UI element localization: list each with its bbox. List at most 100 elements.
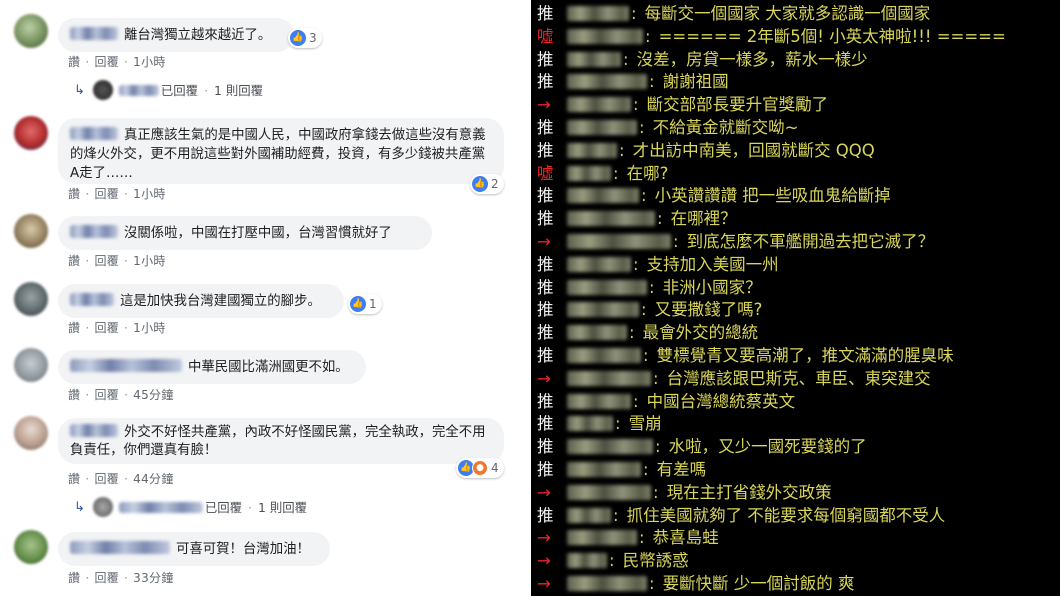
separator-colon: : bbox=[673, 232, 679, 251]
comment-actions: 讚 · 回覆 · 1小時 bbox=[68, 55, 166, 69]
separator-colon: : bbox=[643, 460, 649, 479]
push-row: 推: 雪崩 bbox=[537, 412, 662, 435]
blurred-username[interactable] bbox=[70, 541, 170, 554]
blurred-username[interactable] bbox=[70, 225, 118, 238]
arrow-tag: → bbox=[537, 368, 551, 388]
comment-time[interactable]: 33分鐘 bbox=[133, 571, 173, 585]
blurred-username[interactable] bbox=[70, 359, 182, 372]
like-link[interactable]: 讚 bbox=[68, 472, 80, 486]
arrow-tag: → bbox=[537, 551, 551, 571]
blurred-user-id bbox=[567, 142, 617, 158]
push-row: 推: 小英讚讚讚 把一些吸血鬼給斷掉 bbox=[537, 184, 891, 207]
user-avatar[interactable] bbox=[14, 14, 48, 48]
view-replies[interactable]: ↳ 已回覆 · 1 則回覆 bbox=[74, 497, 307, 517]
blurred-username[interactable] bbox=[70, 424, 118, 437]
like-reaction-icon: 👍 bbox=[350, 296, 366, 312]
user-avatar[interactable] bbox=[14, 116, 48, 150]
push-row: 推: 水啦，又少一國死要錢的了 bbox=[537, 435, 867, 458]
like-reaction-icon: 👍 bbox=[472, 176, 488, 192]
like-link[interactable]: 讚 bbox=[68, 187, 80, 201]
reply-arrow-icon: ↳ bbox=[74, 82, 85, 98]
comment-time[interactable]: 45分鐘 bbox=[133, 388, 173, 402]
comment-actions: 讚 · 回覆 · 1小時 bbox=[68, 254, 166, 268]
separator-colon: : bbox=[653, 368, 659, 388]
separator-colon: : bbox=[653, 482, 659, 502]
arrow-tag: → bbox=[537, 95, 551, 115]
reply-avatar bbox=[92, 497, 113, 517]
comment-bubble: 外交不好怪共產黨，內政不好怪國民黨，完全執政，完全不用負責任，你們還真有臉！ bbox=[58, 418, 504, 464]
push-tag: 推 bbox=[537, 277, 554, 297]
push-text: ====== 2年斷5個! 小英太神啦!!! ===== bbox=[658, 26, 1006, 46]
comment-text: 真正應該生氣的是中國人民，中國政府拿錢去做這些沒有意義的烽火外交，更不用說這些對… bbox=[70, 128, 486, 181]
reply-link[interactable]: 回覆 bbox=[94, 388, 119, 402]
like-link[interactable]: 讚 bbox=[68, 571, 80, 585]
like-link[interactable]: 讚 bbox=[68, 254, 80, 268]
push-text: 每斷交一個國家 大家就多認識一個國家 bbox=[644, 4, 931, 23]
user-avatar[interactable] bbox=[14, 282, 48, 316]
user-avatar[interactable] bbox=[14, 530, 48, 564]
blurred-username[interactable] bbox=[70, 127, 118, 140]
comment-time[interactable]: 1小時 bbox=[133, 254, 166, 268]
push-tag: 推 bbox=[537, 346, 554, 365]
push-text: 台灣應該跟巴斯克、車臣、東突建交 bbox=[666, 368, 931, 388]
push-tag: 推 bbox=[537, 49, 554, 69]
comment-text: 可喜可賀！台灣加油！ bbox=[176, 542, 310, 557]
reaction-count[interactable]: 👍 ● 4 bbox=[456, 458, 504, 478]
user-avatar[interactable] bbox=[14, 214, 48, 248]
push-text: 小英讚讚讚 把一些吸血鬼給斷掉 bbox=[654, 186, 891, 206]
push-text: 要斷快斷 少一個討飯的 爽 bbox=[662, 574, 855, 593]
comment-text: 離台灣獨立越來越近了。 bbox=[124, 28, 272, 43]
push-row: 推: 中國台灣總統蔡英文 bbox=[537, 390, 795, 413]
push-row: →: 斷交部部長要升官獎勵了 bbox=[537, 93, 828, 116]
reply-link[interactable]: 回覆 bbox=[94, 472, 119, 486]
reply-link[interactable]: 回覆 bbox=[94, 321, 119, 335]
blurred-username[interactable] bbox=[70, 293, 114, 306]
push-row: 推: 支持加入美國一州 bbox=[537, 253, 779, 276]
reply-link[interactable]: 回覆 bbox=[94, 254, 119, 268]
comment-bubble: 沒關係啦，中國在打壓中國，台灣習慣就好了 bbox=[58, 216, 432, 250]
comment-bubble: 真正應該生氣的是中國人民，中國政府拿錢去做這些沒有意義的烽火外交，更不用說這些對… bbox=[58, 118, 504, 184]
comment-time[interactable]: 1小時 bbox=[133, 55, 166, 69]
comment-time[interactable]: 44分鐘 bbox=[133, 472, 173, 486]
push-text: 雙標覺青又要高潮了，推文滿滿的腥臭味 bbox=[656, 346, 954, 365]
reaction-count[interactable]: 👍 3 bbox=[288, 28, 322, 48]
push-text: 沒差，房貸一樣多，薪水一樣少 bbox=[636, 49, 868, 69]
push-tag: 推 bbox=[537, 437, 554, 457]
push-row: →: 恭喜島蛙 bbox=[537, 526, 719, 549]
blurred-username bbox=[118, 501, 203, 513]
separator-colon: : bbox=[649, 72, 655, 92]
like-link[interactable]: 讚 bbox=[68, 388, 80, 402]
push-row: 推: 沒差，房貸一樣多，薪水一樣少 bbox=[537, 48, 868, 71]
blurred-username[interactable] bbox=[70, 27, 118, 40]
reply-link[interactable]: 回覆 bbox=[94, 571, 119, 585]
push-tag: 推 bbox=[537, 460, 554, 479]
user-avatar[interactable] bbox=[14, 416, 48, 450]
blurred-user-id bbox=[567, 165, 611, 181]
blurred-user-id bbox=[567, 211, 655, 227]
push-row: 推: 不給黃金就斷交呦~ bbox=[537, 116, 798, 139]
like-link[interactable]: 讚 bbox=[68, 55, 80, 69]
push-row: →: 台灣應該跟巴斯克、車臣、東突建交 bbox=[537, 367, 931, 390]
push-text: 不給黃金就斷交呦~ bbox=[652, 118, 799, 137]
user-avatar[interactable] bbox=[14, 348, 48, 382]
reaction-count[interactable]: 👍 2 bbox=[470, 174, 504, 194]
push-row: 推: 抓住美國就夠了 不能要求每個窮國都不受人 bbox=[537, 504, 945, 527]
separator-colon: : bbox=[641, 300, 647, 320]
push-text: 在哪? bbox=[626, 163, 669, 183]
reaction-count[interactable]: 👍 1 bbox=[348, 294, 382, 314]
like-reaction-icon: 👍 bbox=[290, 30, 306, 46]
comment-time[interactable]: 1小時 bbox=[133, 187, 166, 201]
push-tag: 推 bbox=[537, 323, 554, 343]
blurred-user-id bbox=[567, 28, 643, 44]
view-replies[interactable]: ↳ 已回覆 · 1 則回覆 bbox=[74, 80, 263, 100]
blurred-user-id bbox=[567, 51, 621, 67]
comment-time[interactable]: 1小時 bbox=[133, 321, 166, 335]
reply-link[interactable]: 回覆 bbox=[94, 55, 119, 69]
like-link[interactable]: 讚 bbox=[68, 321, 80, 335]
push-text: 才出訪中南美，回國就斷交 QQQ bbox=[632, 140, 875, 160]
push-text: 民幣誘惑 bbox=[622, 551, 689, 571]
separator-colon: : bbox=[619, 140, 625, 160]
reply-link[interactable]: 回覆 bbox=[94, 187, 119, 201]
separator-colon: : bbox=[629, 323, 635, 343]
push-row: 推: 最會外交的總統 bbox=[537, 321, 758, 344]
